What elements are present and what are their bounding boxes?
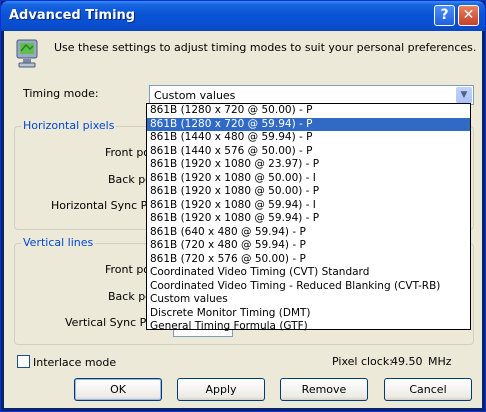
title-bar[interactable]: Advanced Timing ? ✕: [1, 1, 485, 31]
help-icon: ?: [440, 7, 449, 23]
dropdown-option[interactable]: Coordinated Video Timing - Reduced Blank…: [147, 280, 470, 294]
timing-mode-label: Timing mode:: [23, 87, 99, 100]
timing-mode-select[interactable]: Custom values ▼: [149, 85, 474, 105]
interlace-checkbox[interactable]: [17, 355, 30, 368]
pixel-clock-label: Pixel clock:: [332, 355, 393, 368]
window-title: Advanced Timing: [9, 8, 136, 23]
dropdown-option[interactable]: 861B (1280 x 720 @ 50.00) - P: [147, 104, 470, 118]
vertical-group-title: Vertical lines: [21, 236, 96, 249]
dropdown-option[interactable]: 861B (1920 x 1080 @ 59.94) - P: [147, 212, 470, 226]
close-icon: ✕: [462, 7, 475, 23]
dropdown-option[interactable]: Coordinated Video Timing (CVT) Standard: [147, 266, 470, 280]
h-front-porch-label: Front po: [105, 146, 151, 159]
dropdown-option[interactable]: 861B (1440 x 480 @ 59.94) - P: [147, 131, 470, 145]
v-front-porch-label: Front po: [105, 263, 151, 276]
dropdown-option[interactable]: 861B (720 x 576 @ 50.00) - P: [147, 253, 470, 267]
dropdown-option[interactable]: Custom values: [147, 293, 470, 307]
interlace-label: Interlace mode: [33, 356, 117, 369]
dropdown-option[interactable]: General Timing Formula (GTF): [147, 320, 470, 334]
pixel-clock-unit: MHz: [428, 355, 452, 368]
dropdown-option[interactable]: 861B (1440 x 576 @ 50.00) - P: [147, 145, 470, 159]
horizontal-group-title: Horizontal pixels: [21, 119, 117, 132]
remove-button[interactable]: Remove: [280, 378, 368, 401]
dropdown-option[interactable]: 861B (1920 x 1080 @ 23.97) - P: [147, 158, 470, 172]
monitor-icon: [16, 39, 38, 68]
dropdown-option[interactable]: 861B (1920 x 1080 @ 59.94) - I: [147, 199, 470, 213]
description-text: Use these settings to adjust timing mode…: [54, 41, 477, 54]
timing-mode-value: Custom values: [154, 89, 236, 102]
pixel-clock-value: 49.50: [391, 355, 423, 368]
close-button[interactable]: ✕: [458, 5, 479, 26]
dropdown-option[interactable]: 861B (1920 x 1080 @ 50.00) - I: [147, 172, 470, 186]
dropdown-option[interactable]: 861B (1280 x 720 @ 59.94) - P: [147, 117, 470, 131]
dropdown-option[interactable]: 861B (640 x 480 @ 59.94) - P: [147, 226, 470, 240]
help-button[interactable]: ?: [434, 5, 455, 26]
ok-button[interactable]: OK: [74, 378, 162, 401]
cancel-button[interactable]: Cancel: [384, 378, 472, 401]
timing-mode-dropdown-list[interactable]: 861B (1280 x 720 @ 50.00) - P 861B (1280 …: [146, 103, 471, 332]
apply-button[interactable]: Apply: [177, 378, 265, 401]
dropdown-option[interactable]: 861B (720 x 480 @ 59.94) - P: [147, 239, 470, 253]
chevron-down-icon[interactable]: ▼: [456, 87, 472, 103]
dropdown-option[interactable]: Discrete Monitor Timing (DMT): [147, 307, 470, 321]
dropdown-option[interactable]: 861B (1920 x 1080 @ 50.00) - P: [147, 185, 470, 199]
